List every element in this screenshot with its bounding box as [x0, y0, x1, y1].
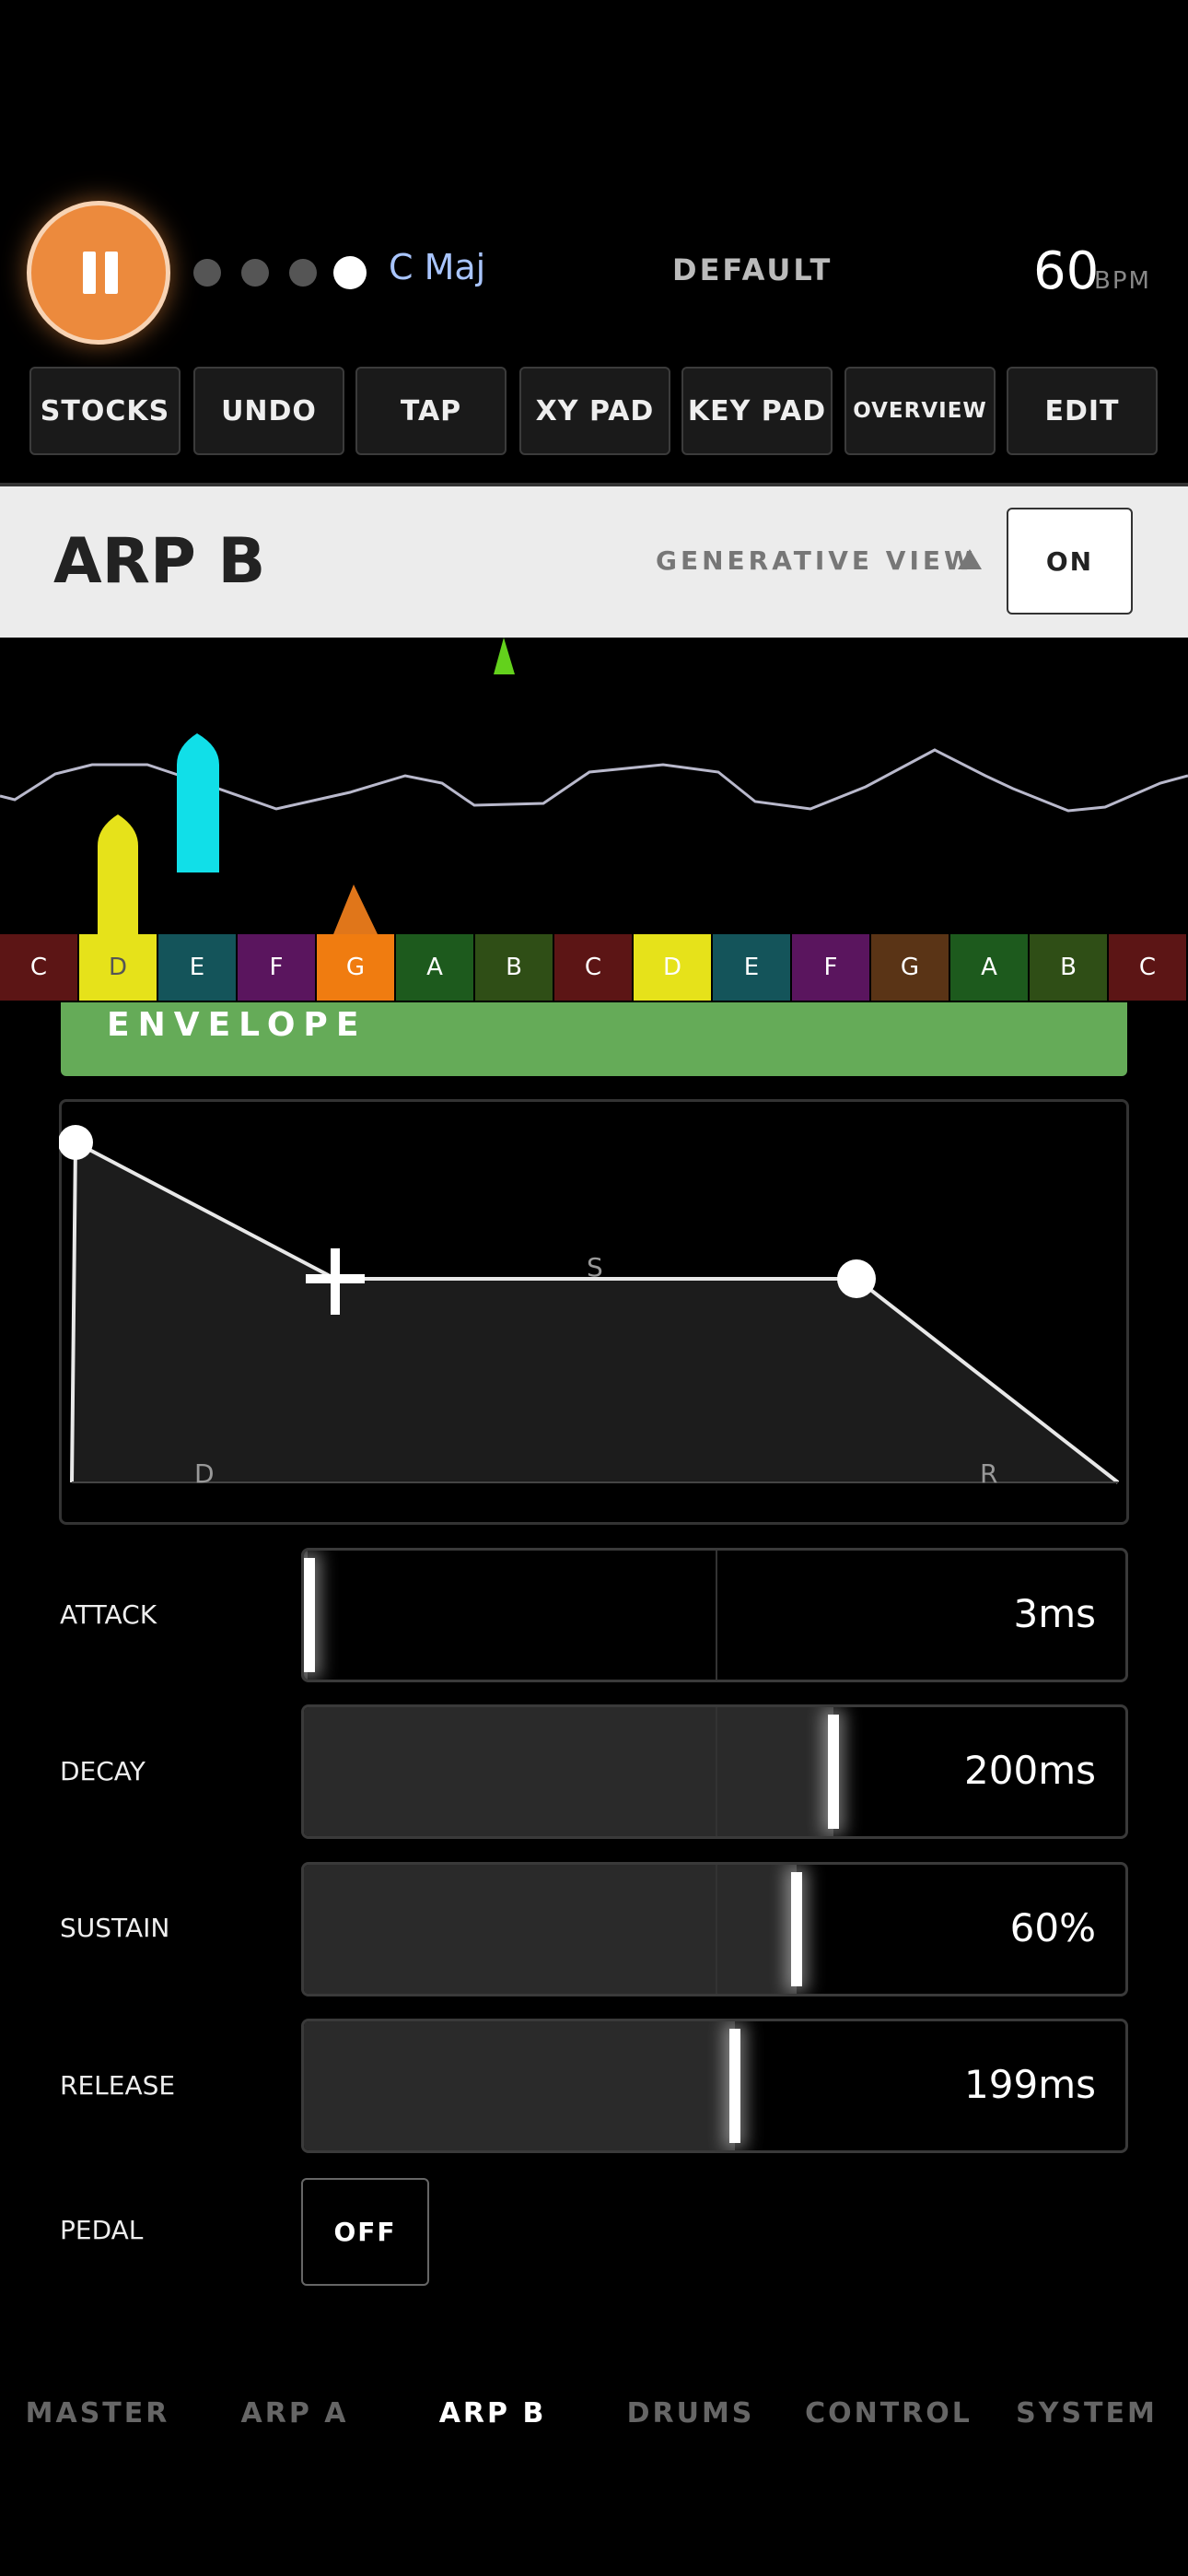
- edit-button[interactable]: EDIT: [1007, 367, 1158, 455]
- tab-arp-a[interactable]: ARP A: [203, 2397, 387, 2430]
- slider-center-line: [716, 1707, 717, 1836]
- decay-value: 200ms: [964, 1748, 1096, 1793]
- sustain-graph-label: S: [587, 1252, 603, 1282]
- key-note[interactable]: E: [158, 934, 238, 1001]
- key-note[interactable]: B: [475, 934, 554, 1001]
- xy-pad-button[interactable]: XY PAD: [519, 367, 670, 455]
- bpm-unit: BPM: [1094, 267, 1151, 295]
- key-note[interactable]: G: [871, 934, 950, 1001]
- generative-visualizer: [0, 638, 1188, 934]
- slider-fill: [304, 2021, 735, 2150]
- slider-fill: [304, 1865, 797, 1994]
- key-note[interactable]: C: [0, 934, 79, 1001]
- envelope-curve[interactable]: D S R: [59, 1099, 1129, 1525]
- key-note[interactable]: A: [950, 934, 1030, 1001]
- playhead-marker: [494, 638, 515, 674]
- key-note[interactable]: C: [1109, 934, 1188, 1001]
- pause-icon: [83, 252, 96, 294]
- attack-handle[interactable]: [59, 1125, 93, 1160]
- panel-title: ARP B: [53, 525, 266, 598]
- release-graph-label: R: [980, 1458, 997, 1489]
- key-note[interactable]: F: [792, 934, 871, 1001]
- tap-button[interactable]: TAP: [355, 367, 507, 455]
- note-marker: [177, 733, 219, 872]
- key-note[interactable]: E: [713, 934, 792, 1001]
- slider-fill: [304, 1707, 833, 1836]
- sustain-slider[interactable]: 60%: [301, 1862, 1128, 1996]
- slider-center-line: [716, 1551, 717, 1680]
- decay-graph-label: D: [194, 1458, 215, 1489]
- attack-label: ATTACK: [60, 1599, 157, 1630]
- note-marker: [98, 814, 138, 934]
- tab-master[interactable]: MASTER: [6, 2397, 190, 2430]
- decay-slider[interactable]: 200ms: [301, 1704, 1128, 1839]
- sustain-value: 60%: [1009, 1905, 1096, 1950]
- preset-name[interactable]: DEFAULT: [672, 252, 833, 287]
- envelope-title: ENVELOPE: [107, 1006, 367, 1044]
- tab-arp-b[interactable]: ARP B: [401, 2397, 585, 2430]
- pause-button[interactable]: [27, 201, 170, 345]
- tab-drums[interactable]: DRUMS: [599, 2397, 783, 2430]
- decay-label: DECAY: [60, 1756, 146, 1786]
- page-dot-2[interactable]: [241, 259, 269, 287]
- triangle-up-icon[interactable]: [958, 549, 982, 569]
- pause-icon: [105, 252, 118, 294]
- note-marker: [333, 884, 378, 934]
- key-note[interactable]: D: [79, 934, 158, 1001]
- undo-button[interactable]: UNDO: [193, 367, 344, 455]
- slider-handle[interactable]: [828, 1715, 839, 1829]
- pedal-toggle[interactable]: OFF: [301, 2178, 429, 2286]
- slider-handle[interactable]: [791, 1872, 802, 1986]
- bpm-value[interactable]: 60: [1033, 241, 1099, 301]
- release-value: 199ms: [964, 2062, 1096, 2107]
- tab-control[interactable]: CONTROL: [797, 2397, 981, 2430]
- key-note[interactable]: C: [554, 934, 634, 1001]
- release-label: RELEASE: [60, 2070, 176, 2101]
- overview-button[interactable]: OVERVIEW: [844, 367, 996, 455]
- key-note[interactable]: D: [634, 934, 713, 1001]
- slider-handle[interactable]: [304, 1558, 315, 1672]
- key-note[interactable]: G: [317, 934, 396, 1001]
- tab-system[interactable]: SYSTEM: [995, 2397, 1179, 2430]
- release-handle[interactable]: [837, 1259, 876, 1298]
- key-note[interactable]: F: [238, 934, 317, 1001]
- key-pad-button[interactable]: KEY PAD: [681, 367, 833, 455]
- pedal-label: PEDAL: [60, 2215, 144, 2245]
- attack-slider[interactable]: 3ms: [301, 1548, 1128, 1682]
- slider-handle[interactable]: [729, 2029, 740, 2143]
- page-dot-3[interactable]: [289, 259, 317, 287]
- page-dot-1[interactable]: [193, 259, 221, 287]
- release-slider[interactable]: 199ms: [301, 2019, 1128, 2153]
- on-button[interactable]: ON: [1007, 508, 1133, 615]
- stocks-button[interactable]: STOCKS: [29, 367, 181, 455]
- slider-center-line: [716, 1865, 717, 1994]
- sustain-label: SUSTAIN: [60, 1913, 170, 1943]
- generative-view-toggle[interactable]: GENERATIVE VIEW: [656, 545, 976, 576]
- page-dot-4[interactable]: [333, 256, 367, 289]
- key-note[interactable]: B: [1030, 934, 1109, 1001]
- key-selector[interactable]: C Maj: [389, 247, 485, 287]
- key-note[interactable]: A: [396, 934, 475, 1001]
- attack-value: 3ms: [1013, 1591, 1096, 1636]
